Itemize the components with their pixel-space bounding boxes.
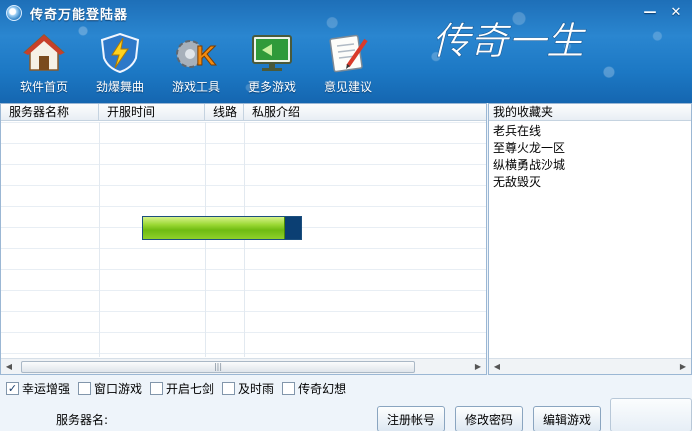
favorites-panel: 我的收藏夹 老兵在线 至尊火龙一区 纵横勇战沙城 无敌毁灭 ◀ ▶ bbox=[488, 103, 692, 375]
column-header-server-name[interactable]: 服务器名称 bbox=[1, 104, 99, 120]
gear-k-icon: K bbox=[176, 40, 217, 72]
favorite-item[interactable]: 至尊火龙一区 bbox=[493, 140, 691, 157]
favorite-item[interactable]: 老兵在线 bbox=[493, 123, 691, 140]
logo-text: 传奇一生 bbox=[432, 19, 587, 63]
column-header-description[interactable]: 私服介绍 bbox=[244, 104, 486, 120]
favorites-list: 老兵在线 至尊火龙一区 纵横勇战沙城 无敌毁灭 bbox=[489, 121, 691, 191]
toolbar-item-more-games[interactable]: 更多游戏 bbox=[234, 32, 310, 98]
toolbar-item-label: 游戏工具 bbox=[171, 80, 220, 94]
option-seven-swords[interactable]: 开启七剑 bbox=[150, 380, 214, 397]
game-options: ✓ 幸运增强 窗口游戏 开启七剑 及时雨 传奇幻想 bbox=[6, 380, 354, 397]
option-label: 传奇幻想 bbox=[298, 382, 347, 396]
progress-fill bbox=[143, 217, 286, 239]
option-label: 及时雨 bbox=[238, 382, 275, 396]
monitor-icon bbox=[252, 35, 292, 71]
checkbox[interactable] bbox=[150, 382, 164, 395]
app-icon bbox=[6, 5, 22, 21]
favorites-horizontal-scrollbar[interactable]: ◀ ▶ bbox=[489, 358, 691, 374]
checkbox[interactable] bbox=[222, 382, 236, 395]
server-list-header: 服务器名称 开服时间 线路 私服介绍 bbox=[1, 104, 486, 121]
register-account-button[interactable]: 注册帐号 bbox=[377, 406, 445, 431]
option-legend-fantasy[interactable]: 传奇幻想 bbox=[282, 380, 346, 397]
home-icon bbox=[23, 33, 65, 71]
grid-divider bbox=[99, 122, 100, 357]
loading-progress-bar bbox=[142, 216, 302, 240]
scroll-thumb[interactable]: ||| bbox=[21, 360, 415, 373]
scroll-right-arrow-icon[interactable]: ▶ bbox=[675, 359, 691, 375]
column-header-open-time[interactable]: 开服时间 bbox=[99, 104, 205, 120]
logo: 传奇一生 bbox=[432, 19, 587, 64]
window-title: 传奇万能登陆器 bbox=[30, 7, 129, 23]
scroll-right-arrow-icon[interactable]: ▶ bbox=[470, 359, 486, 375]
edit-game-button[interactable]: 编辑游戏 bbox=[533, 406, 601, 431]
lightning-shield-icon bbox=[100, 32, 140, 74]
toolbar-item-tools[interactable]: K 游戏工具 bbox=[158, 32, 234, 98]
header-banner: 传奇万能登陆器 — ✕ 传奇一生 软件首页 劲爆舞曲 K 游戏工具 更多游戏 意… bbox=[0, 0, 692, 103]
server-name-label: 服务器名: bbox=[56, 413, 109, 427]
scroll-track[interactable] bbox=[505, 360, 675, 374]
toolbar-item-music[interactable]: 劲爆舞曲 bbox=[82, 32, 158, 98]
option-label: 窗口游戏 bbox=[94, 382, 143, 396]
server-list[interactable]: 服务器名称 开服时间 线路 私服介绍 ◀ ||| ▶ bbox=[0, 103, 487, 375]
checkbox[interactable] bbox=[282, 382, 296, 395]
toolbar-item-label: 软件首页 bbox=[19, 80, 68, 94]
checkbox[interactable]: ✓ bbox=[6, 382, 19, 395]
favorite-item[interactable]: 无敌毁灭 bbox=[493, 174, 691, 191]
toolbar-item-home[interactable]: 软件首页 bbox=[6, 32, 82, 98]
toolbar-item-label: 意见建议 bbox=[323, 80, 372, 94]
scroll-left-arrow-icon[interactable]: ◀ bbox=[489, 359, 505, 375]
svg-text:K: K bbox=[196, 40, 216, 71]
close-button[interactable]: ✕ bbox=[666, 3, 686, 21]
favorites-title: 我的收藏夹 bbox=[489, 104, 691, 121]
start-game-button[interactable] bbox=[610, 398, 692, 431]
favorite-item[interactable]: 纵横勇战沙城 bbox=[493, 157, 691, 174]
notepad-pen-icon bbox=[329, 34, 368, 73]
toolbar-item-label: 劲爆舞曲 bbox=[95, 80, 144, 94]
option-label: 开启七剑 bbox=[166, 382, 215, 396]
option-windowed-mode[interactable]: 窗口游戏 bbox=[78, 380, 142, 397]
scroll-track[interactable]: ||| bbox=[17, 360, 470, 374]
server-list-horizontal-scrollbar[interactable]: ◀ ||| ▶ bbox=[1, 358, 486, 374]
toolbar-item-feedback[interactable]: 意见建议 bbox=[310, 32, 386, 98]
main-toolbar: 软件首页 劲爆舞曲 K 游戏工具 更多游戏 意见建议 bbox=[6, 32, 386, 98]
column-header-line[interactable]: 线路 bbox=[205, 104, 244, 120]
change-password-button[interactable]: 修改密码 bbox=[455, 406, 523, 431]
toolbar-item-label: 更多游戏 bbox=[247, 80, 296, 94]
scroll-left-arrow-icon[interactable]: ◀ bbox=[1, 359, 17, 375]
option-timely-rain[interactable]: 及时雨 bbox=[222, 380, 274, 397]
option-lucky-boost[interactable]: ✓ 幸运增强 bbox=[6, 380, 70, 397]
checkbox[interactable] bbox=[78, 382, 92, 395]
minimize-button[interactable]: — bbox=[640, 3, 660, 21]
option-label: 幸运增强 bbox=[22, 382, 71, 396]
